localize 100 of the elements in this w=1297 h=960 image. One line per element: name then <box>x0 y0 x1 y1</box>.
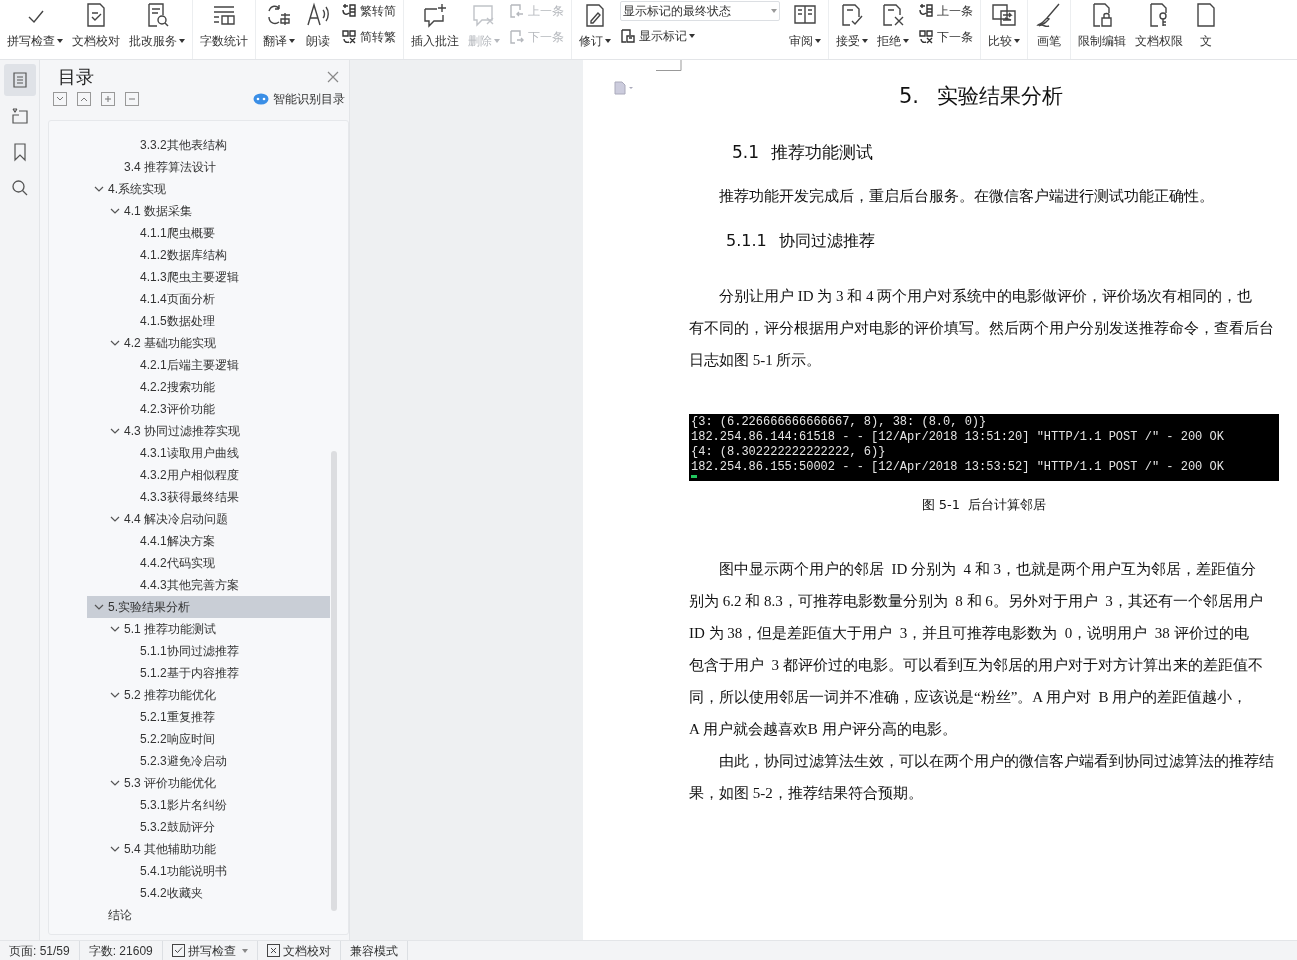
toc-item[interactable]: 5.2 推荐功能优化 <box>87 684 330 706</box>
toc-item[interactable]: 4.4.1解决方案 <box>87 530 330 552</box>
cursor-mark <box>691 475 697 478</box>
toolbar-button[interactable]: 批改服务 <box>125 0 189 59</box>
caret-icon <box>771 9 777 13</box>
caret-icon <box>494 39 500 43</box>
console-output: {3: (6.226666666666667, 8), 38: (8.0, 0)} 182.254.86.144:61518 - - [12/Apr/2018 13:51:20] "HTTP/1.1 POST /" - 200 OK {4: (8.302222222222222, 6)} 182.254.86.155:50002 - - [12/Apr/2018 13:53:52] "HTTP/1.1 POST /" - 200 OK <box>689 414 1279 481</box>
markup-icon <box>620 28 636 44</box>
toc-item[interactable]: 4.1.2数据库结构 <box>87 244 330 266</box>
toolbar-button[interactable]: 文档校对 <box>68 0 124 59</box>
toolbar-button[interactable]: 拼写检查 <box>3 0 67 59</box>
figure-caption: 图 5-1 后台计算邻居 <box>920 496 1048 514</box>
caret-icon <box>815 39 821 43</box>
toolbar-button[interactable]: 翻译 <box>259 0 299 59</box>
minus-icon <box>128 95 136 103</box>
toc-item[interactable]: 5.3 评价功能优化 <box>87 772 330 794</box>
toolbar-button[interactable]: 简转繁 <box>341 28 396 46</box>
collapse-up-button[interactable] <box>77 92 91 106</box>
next-icon <box>509 29 525 45</box>
toc-item[interactable]: 5.2.1重复推荐 <box>87 706 330 728</box>
toolbar-button[interactable]: 文 <box>1188 0 1224 59</box>
toc-item[interactable]: 4.4.3其他完善方案 <box>87 574 330 596</box>
toc-item[interactable]: 4.1.1爬虫概要 <box>87 222 330 244</box>
toc-item[interactable]: 5.2.3避免冷启动 <box>87 750 330 772</box>
sidebar-tab[interactable] <box>3 64 36 96</box>
toc-item[interactable]: 4.1.3爬虫主要逻辑 <box>87 266 330 288</box>
spell-check-button[interactable]: 拼写检查 <box>162 941 258 960</box>
caret-icon <box>903 39 909 43</box>
toc-item[interactable]: 4.4.2代码实现 <box>87 552 330 574</box>
checkbox-icon <box>171 944 185 957</box>
toc-item[interactable]: 结论 <box>87 904 330 926</box>
caret-icon <box>689 34 695 38</box>
toolbar-button[interactable]: 下一条 <box>918 28 973 46</box>
toolbar-button[interactable]: 插入批注 <box>407 0 463 59</box>
toc-item[interactable]: 5.1 推荐功能测试 <box>87 618 330 640</box>
toolbar-button[interactable]: 限制编辑 <box>1074 0 1130 59</box>
paragraph-line: 由此，协同过滤算法生效，可以在两个用户的微信客户端看到协同过滤算法的推荐结 <box>718 751 1275 771</box>
toc-item[interactable]: 4.系统实现 <box>87 178 330 200</box>
toc-item[interactable]: 3.3.2其他表结构 <box>87 134 330 156</box>
caret-icon <box>57 39 63 43</box>
toc-item[interactable]: 4.3.1读取用户曲线 <box>87 442 330 464</box>
plus-icon <box>104 95 112 103</box>
expand-button[interactable] <box>101 92 115 106</box>
toc-item[interactable]: 4.3.2用户相似程度 <box>87 464 330 486</box>
toc-item[interactable]: 5.4.2收藏夹 <box>87 882 330 904</box>
toc-item[interactable]: 4.1 数据采集 <box>87 200 330 222</box>
paragraph-line: 别为 6.2 和 8.3，可推荐电影数量分别为 8 和 6。另外对于用户 3，其还有一个邻居用户 <box>689 591 1264 611</box>
toc-item[interactable]: 4.2.2搜索功能 <box>87 376 330 398</box>
proofread-button[interactable]: 文档校对 <box>257 941 341 960</box>
paragraph-line: 图中显示两个用户的邻居 ID 分别为 4 和 3，也就是两个用户互为邻居，差距值分 <box>718 559 1258 579</box>
paragraph-line: 分别让用户 ID 为 3 和 4 两个用户对系统中的电影做评价，评价场次有相同的，也 <box>718 287 1254 306</box>
toc-item[interactable]: 4.2.3评价功能 <box>87 398 330 420</box>
close-button[interactable] <box>325 69 341 85</box>
toc-item[interactable]: 4.1.5数据处理 <box>87 310 330 332</box>
paragraph-line: A 用户就会越喜欢B 用户评分高的电影。 <box>689 719 958 739</box>
smart-toc-button[interactable]: 智能识别目录 <box>253 90 345 108</box>
chevron-down-icon <box>110 626 120 632</box>
word-count[interactable]: 字数: 21609 <box>79 941 163 960</box>
toc-item[interactable]: 5.3.1影片名纠纷 <box>87 794 330 816</box>
toc-item[interactable]: 4.4 解决冷启动问题 <box>87 508 330 530</box>
chevron-down-icon <box>110 516 120 522</box>
toc-item[interactable]: 5.3.2鼓励评分 <box>87 816 330 838</box>
scrollbar-thumb[interactable] <box>331 451 337 911</box>
toolbar-button[interactable]: 比较 <box>984 0 1024 59</box>
toc-item[interactable]: 5.2.2响应时间 <box>87 728 330 750</box>
toolbar-button[interactable]: 接受 <box>832 0 872 59</box>
toolbar-button[interactable]: 上一条 <box>918 2 973 20</box>
caret-icon <box>862 39 868 43</box>
toc-item[interactable]: 5.4 其他辅助功能 <box>87 838 330 860</box>
toc-item[interactable]: 4.3.3获得最终结果 <box>87 486 330 508</box>
toolbar-button[interactable]: 拒绝 <box>873 0 913 59</box>
toolbar-button[interactable]: 显示标记 <box>620 27 780 45</box>
collapse-down-button[interactable] <box>53 92 67 106</box>
toc-item[interactable]: 4.2 基础功能实现 <box>87 332 330 354</box>
toolbar-button[interactable]: 修订 <box>575 0 615 59</box>
toolbar-button[interactable]: 繁转简 <box>341 2 396 20</box>
page-count[interactable]: 页面: 51/59 <box>0 941 80 960</box>
compatibility-mode[interactable]: 兼容模式 <box>340 941 408 960</box>
caret-icon <box>605 39 611 43</box>
collapse-button[interactable] <box>125 92 139 106</box>
toc-item[interactable]: 5.实验结果分析 <box>87 596 330 618</box>
markup-state-dropdown[interactable]: 显示标记的最终状态 <box>620 1 780 21</box>
toc-item[interactable]: 3.4 推荐算法设计 <box>87 156 330 178</box>
toolbar-button[interactable]: 朗读 <box>300 0 336 59</box>
chapter-heading: 5. 实验结果分析 <box>898 83 1065 111</box>
toolbar-button[interactable]: 画笔 <box>1031 0 1067 59</box>
previous-icon <box>509 3 525 19</box>
toc-item[interactable]: 5.4.1功能说明书 <box>87 860 330 882</box>
toolbar-button[interactable]: 审阅 <box>785 0 825 59</box>
page-corner-mark <box>656 60 682 72</box>
toolbar-button[interactable]: 文档权限 <box>1131 0 1187 59</box>
toc-item[interactable]: 4.1.4页面分析 <box>87 288 330 310</box>
toc-item[interactable]: 5.1.1协同过滤推荐 <box>87 640 330 662</box>
toc-item[interactable]: 4.2.1后端主要逻辑 <box>87 354 330 376</box>
toolbar-button[interactable]: 字数统计 <box>196 0 252 59</box>
toc-item[interactable]: 4.3 协同过滤推荐实现 <box>87 420 330 442</box>
chevron-down-icon <box>110 846 120 852</box>
paragraph-line: 日志如图 5-1 所示。 <box>689 351 823 370</box>
document-icon[interactable] <box>614 81 634 95</box>
toc-item[interactable]: 5.1.2基于内容推荐 <box>87 662 330 684</box>
